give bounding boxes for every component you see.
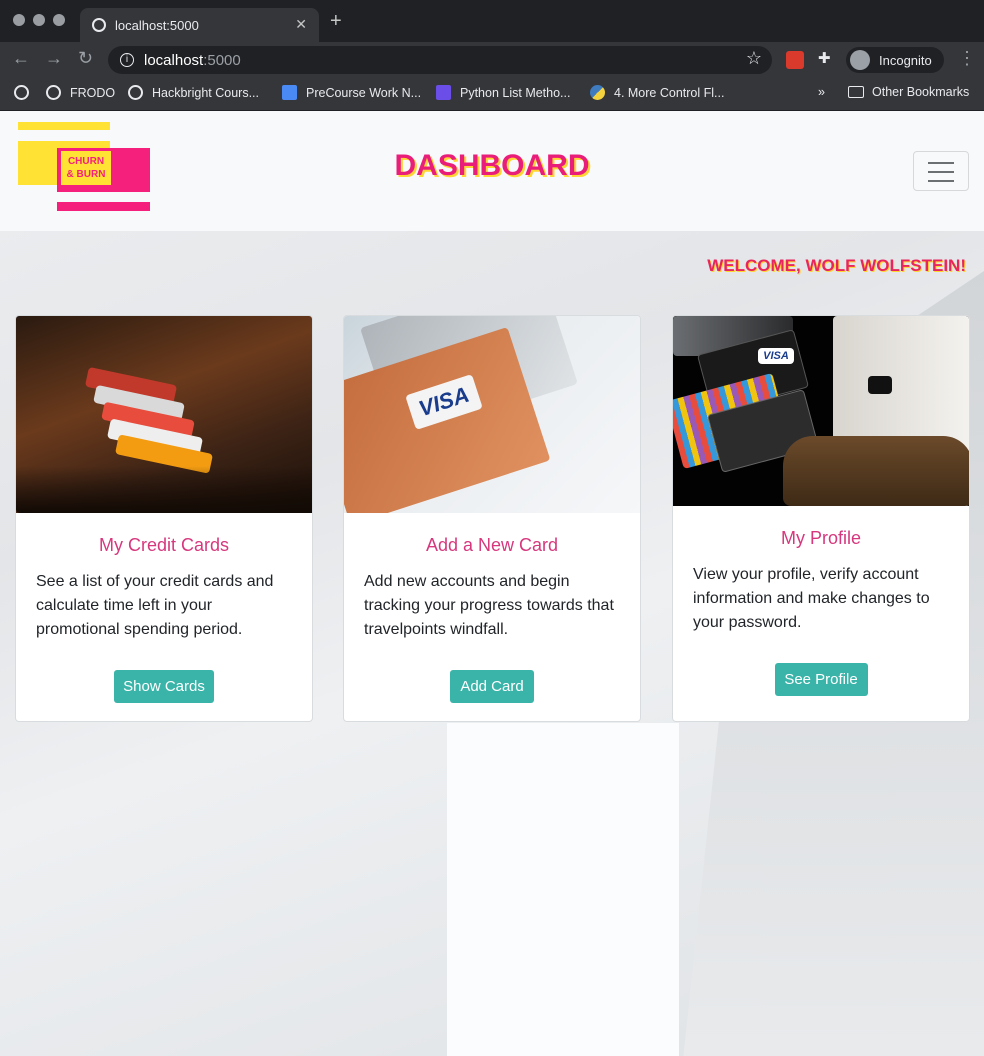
bookmark-label: FRODO bbox=[70, 85, 116, 100]
credit-cards-card: My Credit Cards See a list of your credi… bbox=[15, 315, 313, 722]
new-tab-button[interactable]: + bbox=[330, 10, 342, 33]
browser-tab-strip: localhost:5000 ✕ + bbox=[0, 0, 984, 42]
incognito-label: Incognito bbox=[879, 52, 932, 68]
bookmark-label: Hackbright Cours... bbox=[152, 85, 259, 100]
card-title: My Credit Cards bbox=[98, 535, 230, 555]
visa-logo: VISA bbox=[758, 348, 794, 364]
globe-icon bbox=[92, 18, 106, 32]
hamburger-menu-button[interactable] bbox=[913, 151, 969, 191]
browser-tab[interactable]: localhost:5000 ✕ bbox=[80, 8, 319, 42]
card-text: Add new accounts and begin tracking your… bbox=[364, 573, 614, 638]
profile-image: VISA bbox=[673, 316, 969, 506]
maximize-window-icon[interactable] bbox=[53, 14, 65, 26]
python-icon bbox=[590, 85, 605, 100]
card-text: See a list of your credit cards and calc… bbox=[36, 573, 274, 638]
bookmark-item[interactable]: 4. More Control Fl... bbox=[590, 85, 724, 100]
bookmark-star-icon[interactable]: ☆ bbox=[746, 48, 762, 69]
bookmark-item[interactable]: Hackbright Cours... bbox=[128, 85, 259, 100]
menu-kebab-icon[interactable]: ⋮ bbox=[958, 48, 976, 69]
background-decoration bbox=[447, 723, 679, 1056]
site-info-icon[interactable]: i bbox=[120, 53, 134, 67]
bookmark-label: PreCourse Work N... bbox=[306, 85, 422, 100]
card-title: Add a New Card bbox=[425, 535, 559, 555]
bookmark-label: Python List Metho... bbox=[460, 85, 571, 100]
address-host: localhost bbox=[144, 51, 204, 69]
globe-icon bbox=[46, 85, 61, 100]
card-title: My Profile bbox=[780, 528, 861, 548]
bookmark-item[interactable] bbox=[14, 85, 38, 100]
bookmarks-bar: FRODO Hackbright Cours... PreCourse Work… bbox=[0, 78, 984, 111]
add-card-card: VISA Add a New Card Add new accounts and… bbox=[343, 315, 641, 722]
page-title: DASHBOARD bbox=[394, 149, 590, 182]
hamburger-icon bbox=[928, 180, 954, 182]
other-bookmarks-label: Other Bookmarks bbox=[872, 85, 970, 99]
tab-title: localhost:5000 bbox=[115, 17, 199, 33]
site-favicon-icon bbox=[436, 85, 451, 100]
address-bar[interactable]: i localhost:5000 ☆ bbox=[108, 46, 772, 74]
other-bookmarks-folder[interactable]: Other Bookmarks bbox=[848, 85, 969, 99]
welcome-message: WELCOME, WOLF WOLFSTEIN! bbox=[707, 256, 966, 275]
incognito-icon bbox=[850, 50, 870, 70]
profile-card: VISA My Profile View your profile, verif… bbox=[672, 315, 970, 722]
show-cards-button[interactable]: Show Cards bbox=[114, 670, 214, 703]
card-text: View your profile, verify account inform… bbox=[693, 566, 930, 631]
back-arrow-icon[interactable]: ← bbox=[12, 48, 30, 69]
wallet-image bbox=[16, 316, 312, 513]
visa-card-image: VISA bbox=[344, 316, 640, 513]
globe-icon bbox=[128, 85, 143, 100]
globe-icon bbox=[14, 85, 29, 100]
forward-arrow-icon[interactable]: → bbox=[45, 48, 63, 69]
extension-icon[interactable] bbox=[786, 51, 804, 69]
bookmark-item[interactable]: PreCourse Work N... bbox=[282, 85, 421, 100]
incognito-profile-button[interactable]: Incognito bbox=[846, 47, 944, 73]
hamburger-icon bbox=[928, 162, 954, 164]
hamburger-icon bbox=[928, 171, 954, 173]
add-card-button[interactable]: Add Card bbox=[450, 670, 534, 703]
see-profile-button[interactable]: See Profile bbox=[774, 663, 868, 696]
minimize-window-icon[interactable] bbox=[33, 14, 45, 26]
folder-icon bbox=[848, 86, 864, 98]
document-icon bbox=[282, 85, 297, 100]
bookmarks-overflow-button[interactable]: » bbox=[818, 85, 825, 99]
bookmark-item[interactable]: FRODO bbox=[46, 85, 115, 100]
close-window-icon[interactable] bbox=[13, 14, 25, 26]
page-body: CHURN & BURN DASHBOARD WELCOME, WOLF WOLF… bbox=[0, 111, 984, 1056]
app-navbar: CHURN & BURN DASHBOARD bbox=[0, 111, 984, 231]
browser-toolbar: ← → ↻ i localhost:5000 ☆ ✚ bbox=[0, 42, 984, 78]
address-port: :5000 bbox=[203, 51, 241, 69]
chevron-double-right-icon: » bbox=[818, 85, 825, 99]
close-tab-icon[interactable]: ✕ bbox=[295, 16, 307, 33]
puzzle-extensions-icon[interactable]: ✚ bbox=[818, 49, 836, 67]
bookmark-item[interactable]: Python List Metho... bbox=[436, 85, 570, 100]
bookmark-label: 4. More Control Fl... bbox=[614, 85, 725, 100]
reload-icon[interactable]: ↻ bbox=[78, 48, 93, 69]
